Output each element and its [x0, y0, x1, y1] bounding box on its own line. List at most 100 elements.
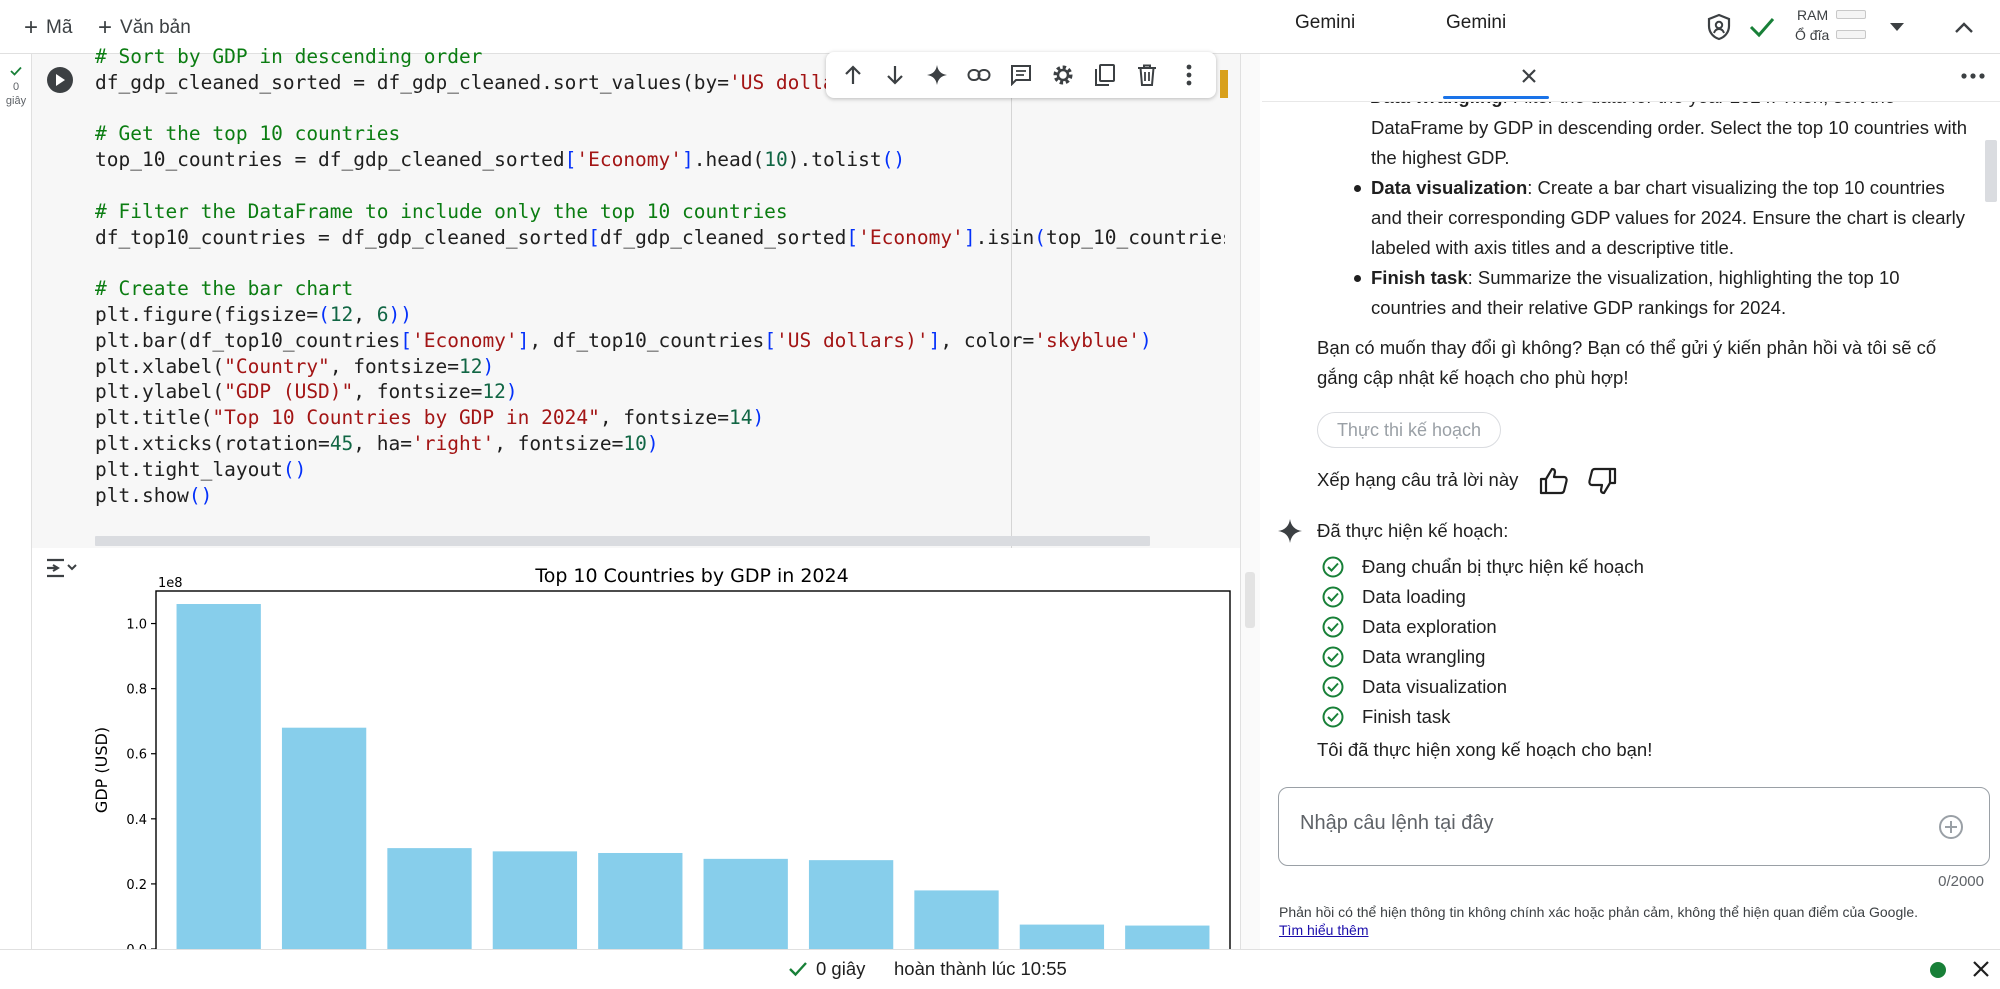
- collapse-icon[interactable]: [1950, 14, 1978, 40]
- mirror-cell-icon[interactable]: [1090, 60, 1120, 90]
- disk-label: Ổ đĩa: [1795, 27, 1830, 43]
- question-line-2: gắng cập nhật kế hoạch cho phù hợp!: [1317, 367, 1629, 388]
- plan-step-label: Data loading: [1362, 586, 1466, 607]
- plan-step: Data loading: [1322, 583, 1466, 611]
- code-line: top_10_countries = df_gdp_cleaned_sorted…: [95, 148, 906, 172]
- cell-gutter: [0, 54, 32, 949]
- check-icon: [787, 958, 809, 980]
- plan-step: Data exploration: [1322, 613, 1497, 641]
- plan-step: Data visualization: [1322, 673, 1507, 701]
- plan-step-label: Data wrangling: [1362, 646, 1486, 667]
- execute-plan-button[interactable]: Thực thi kế hoạch: [1317, 412, 1501, 448]
- chart-bar: [1125, 925, 1210, 949]
- y-tick-label: 0.2: [126, 878, 147, 893]
- y-tick-label: 0.4: [126, 813, 147, 828]
- gdp-bar-chart: Top 10 Countries by GDP in 2024 1e8 GDP …: [92, 565, 1231, 949]
- y-axis-offset-label: 1e8: [158, 576, 183, 591]
- question-line-1: Bạn có muốn thay đổi gì không? Bạn có th…: [1317, 337, 1937, 358]
- tab-gemini-1[interactable]: Gemini: [1295, 12, 1355, 34]
- more-horiz-icon[interactable]: [1958, 66, 1988, 86]
- code-line: plt.figure(figsize=(12, 6)): [95, 302, 413, 326]
- chart-bar: [703, 858, 788, 949]
- more-vert-icon[interactable]: [1174, 60, 1204, 90]
- exec-time-value: 0: [12, 81, 20, 93]
- close-tab-icon[interactable]: [1518, 65, 1540, 87]
- viz-line-1: Data visualization: Create a bar chart v…: [1371, 177, 1945, 198]
- chart-bar: [598, 852, 683, 949]
- plus-icon: +: [98, 14, 113, 41]
- code-line: plt.show(): [95, 483, 213, 507]
- horizontal-scrollbar[interactable]: [95, 536, 1150, 546]
- code-editor[interactable]: # Sort by GDP in descending order df_gdp_…: [95, 44, 1225, 508]
- add-text-button[interactable]: + Văn bản: [98, 14, 191, 42]
- wrangling-line-3: the highest GDP.: [1371, 147, 1510, 168]
- arrow-up-icon[interactable]: [838, 60, 868, 90]
- plan-step-label: Data exploration: [1362, 616, 1497, 637]
- plan-step: Đang chuẩn bị thực hiện kế hoạch: [1322, 553, 1644, 581]
- code-line: df_top10_countries = df_gdp_cleaned_sort…: [95, 225, 1225, 249]
- executed-label: Đã thực hiện kế hoạch:: [1317, 520, 1509, 541]
- learn-more-link[interactable]: Tìm hiểu thêm: [1279, 922, 1368, 938]
- code-line: plt.xticks(rotation=45, ha='right', font…: [95, 431, 659, 455]
- finish-line-1: Finish task: Summarize the visualization…: [1371, 267, 1900, 288]
- status-completed: hoàn thành lúc 10:55: [894, 958, 1067, 979]
- code-line: # Get the top 10 countries: [95, 122, 401, 146]
- panel-scrollbar[interactable]: [1985, 140, 1997, 202]
- check-icon: [1748, 14, 1776, 40]
- viz-line-3: labeled with axis titles and a descripti…: [1371, 237, 1734, 258]
- viz-line-2: and their corresponding GDP values for 2…: [1371, 207, 1966, 228]
- char-counter: 0/2000: [1938, 873, 1984, 890]
- panel-tab-bar: [1262, 54, 2000, 102]
- plan-step-label: Đang chuẩn bị thực hiện kế hoạch: [1362, 556, 1644, 577]
- done-message: Tôi đã thực hiện xong kế hoạch cho bạn!: [1317, 739, 1653, 760]
- close-icon[interactable]: [1970, 958, 1992, 980]
- disclaimer: Phản hồi có thể hiện thông tin không chí…: [1279, 904, 1919, 938]
- add-circle-icon[interactable]: [1937, 813, 1965, 841]
- output-actions-icon[interactable]: [44, 556, 78, 586]
- finish-title: Finish task: [1371, 267, 1468, 288]
- add-code-button[interactable]: + Mã: [24, 14, 72, 42]
- sparkle-icon[interactable]: [922, 60, 952, 90]
- panel-splitter[interactable]: [1240, 54, 1260, 949]
- code-line: # Filter the DataFrame to include only t…: [95, 199, 788, 223]
- y-tick-label: 1.0: [126, 618, 147, 633]
- run-cell-button[interactable]: [47, 67, 73, 93]
- chart-title: Top 10 Countries by GDP in 2024: [534, 565, 848, 587]
- tab-gemini-2[interactable]: Gemini: [1446, 12, 1506, 34]
- bullet: [1354, 275, 1361, 282]
- code-line: # Create the bar chart: [95, 277, 354, 301]
- cell-marker: [1220, 70, 1228, 98]
- arrow-down-icon[interactable]: [880, 60, 910, 90]
- chart-bar: [1019, 924, 1105, 949]
- ram-label: RAM: [1797, 7, 1829, 23]
- y-axis-label: GDP (USD): [92, 727, 111, 813]
- chart-bar: [387, 848, 472, 949]
- delete-icon[interactable]: [1132, 60, 1162, 90]
- chart-bar: [492, 851, 578, 949]
- dropdown-icon[interactable]: [1885, 17, 1909, 37]
- chart-bar: [281, 727, 367, 949]
- chart-bar: [176, 604, 261, 949]
- shield-icon[interactable]: [1705, 13, 1733, 41]
- thumbs-down-icon[interactable]: [1586, 465, 1618, 497]
- code-line: plt.xlabel("Country", fontsize=12): [95, 354, 495, 378]
- wrangling-line-2: DataFrame by GDP in descending order. Se…: [1371, 117, 1968, 138]
- splitter-handle[interactable]: [1245, 572, 1255, 628]
- settings-icon[interactable]: [1048, 60, 1078, 90]
- thumbs-up-icon[interactable]: [1538, 465, 1570, 497]
- gemini-sparkle-icon: [1277, 518, 1303, 544]
- plan-step-label: Data visualization: [1362, 676, 1507, 697]
- check-circle-icon: [1322, 616, 1344, 638]
- connection-status-dot: [1930, 962, 1946, 978]
- ram-usage-bar[interactable]: [1836, 10, 1866, 19]
- comment-icon[interactable]: [1006, 60, 1036, 90]
- prompt-input[interactable]: [1300, 812, 1900, 835]
- disk-usage-bar[interactable]: [1836, 30, 1866, 39]
- code-line: plt.bar(df_top10_countries['Economy'], d…: [95, 328, 1152, 352]
- code-line: plt.ylabel("GDP (USD)", fontsize=12): [95, 380, 518, 404]
- rate-label: Xếp hạng câu trả lời này: [1317, 469, 1519, 490]
- plan-step-label: Finish task: [1362, 706, 1451, 727]
- link-icon[interactable]: [964, 60, 994, 90]
- play-icon: [56, 74, 65, 86]
